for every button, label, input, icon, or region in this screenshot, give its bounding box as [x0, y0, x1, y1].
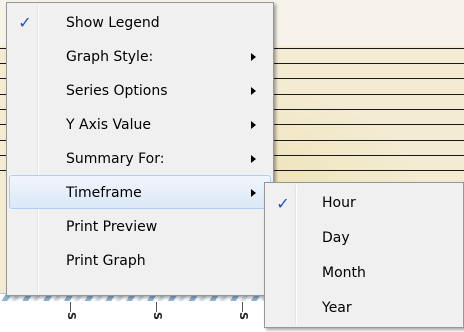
submenu-item-label: Hour: [322, 195, 356, 211]
menu-item-series-options[interactable]: Series Options: [9, 73, 271, 107]
menu-item-label: Graph Style:: [66, 49, 154, 65]
submenu-arrow-icon: [251, 53, 256, 61]
menu-item-label: Timeframe: [66, 185, 142, 201]
submenu-item-hour[interactable]: ✓ Hour: [267, 185, 461, 220]
x-axis-tick: [242, 302, 243, 312]
menu-item-label: Show Legend: [66, 15, 160, 31]
x-axis-tick: [156, 302, 157, 312]
menu-item-graph-style[interactable]: Graph Style:: [9, 39, 271, 73]
menu-item-label: Print Preview: [66, 219, 158, 235]
timeframe-submenu: ✓ Hour Day Month Year: [264, 182, 464, 328]
x-axis-label: S: [151, 312, 164, 320]
x-axis-tick: [70, 302, 71, 312]
menu-item-y-axis-value[interactable]: Y Axis Value: [9, 107, 271, 141]
submenu-item-day[interactable]: Day: [267, 220, 461, 255]
menu-item-show-legend[interactable]: ✓ Show Legend: [9, 5, 271, 39]
submenu-arrow-icon: [251, 87, 256, 95]
x-axis-label: S: [65, 312, 78, 320]
submenu-arrow-icon: [251, 189, 256, 197]
menu-item-print-preview[interactable]: Print Preview: [9, 209, 271, 243]
submenu-item-year[interactable]: Year: [267, 290, 461, 325]
submenu-item-label: Year: [322, 300, 352, 316]
menu-item-timeframe[interactable]: Timeframe: [9, 175, 271, 209]
checkmark-icon: ✓: [276, 194, 290, 213]
graph-context-menu: ✓ Show Legend Graph Style: Series Option…: [6, 2, 274, 296]
menu-item-label: Print Graph: [66, 253, 146, 269]
checkmark-icon: ✓: [18, 13, 32, 32]
menu-item-label: Summary For:: [66, 151, 165, 167]
submenu-item-label: Day: [322, 230, 350, 246]
submenu-arrow-icon: [251, 121, 256, 129]
menu-item-label: Series Options: [66, 83, 168, 99]
submenu-item-month[interactable]: Month: [267, 255, 461, 290]
submenu-arrow-icon: [251, 155, 256, 163]
menu-item-print-graph[interactable]: Print Graph: [9, 243, 271, 277]
menu-item-summary-for[interactable]: Summary For:: [9, 141, 271, 175]
submenu-item-label: Month: [322, 265, 366, 281]
x-axis-label: S: [237, 312, 250, 320]
menu-item-label: Y Axis Value: [66, 117, 151, 133]
